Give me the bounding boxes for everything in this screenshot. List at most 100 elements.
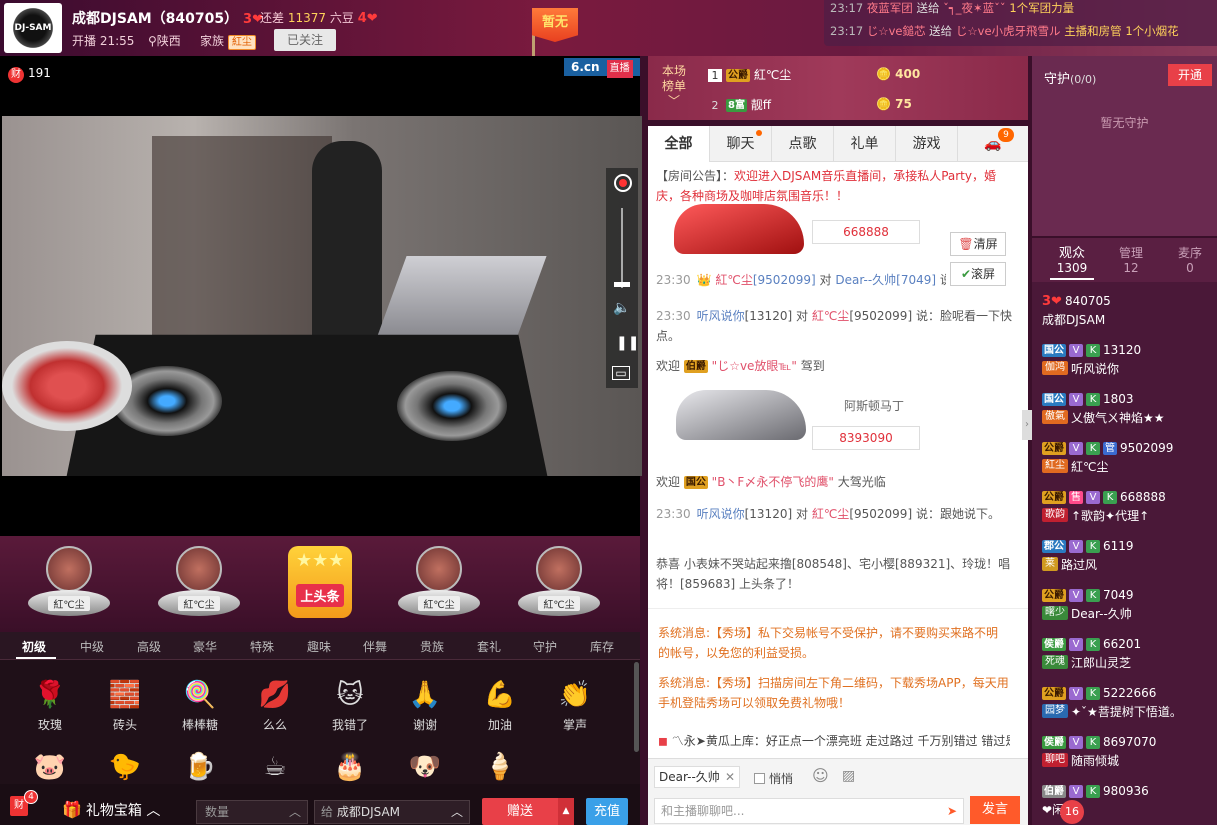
- gift-broadcast-box: 23:17 夜蓝军团 送给 ˇ┑_夜✶蓝ˇˇ 1个军团力量 23:17 じ☆ve…: [824, 0, 1217, 46]
- tab-gift-set[interactable]: 套礼: [477, 638, 501, 655]
- tab-underline: [1050, 278, 1094, 280]
- rank-label[interactable]: 本场 榜单 ﹀: [656, 64, 692, 109]
- gift-item[interactable]: 🐷: [20, 750, 80, 788]
- tab-car[interactable]: 🚗: [958, 126, 1028, 162]
- chat-send-button[interactable]: 发言: [970, 796, 1020, 824]
- gift-item[interactable]: 👏 掌声: [545, 678, 605, 733]
- audience-item[interactable]: 国公 V K 13120 伽鸿 听风说你: [1042, 341, 1217, 377]
- volume-icon[interactable]: 🔈: [613, 300, 630, 316]
- audience-item[interactable]: 公爵售 V K 668888 歌韵 ↑歌韵✦代理↑: [1042, 488, 1217, 524]
- gift-item[interactable]: 💪 加油: [470, 678, 530, 733]
- chat-target-chip[interactable]: Dear--久帅 ✕: [654, 766, 740, 788]
- recharge-button[interactable]: 充值: [586, 798, 628, 825]
- gift-category-tabs: 初级 中级 高级 豪华 特殊 趣味 伴舞 贵族 套礼 守护 库存: [0, 632, 640, 660]
- headline-congrats: 恭喜 小表妹不哭站起来撸[808548]、宅小樱[889321]、玲珑！唱将！[…: [656, 557, 1011, 591]
- tab-gift-luxury[interactable]: 豪华: [193, 638, 217, 655]
- chevron-up-icon: ︿: [146, 803, 161, 819]
- rank-row[interactable]: 1 公爵 紅℃尘: [708, 66, 791, 83]
- gift-item[interactable]: 🍺: [170, 750, 230, 788]
- room-notice: 【房间公告】：欢迎进入DJSAM音乐直播间，承接私人Party，婚庆，各种商场及…: [656, 169, 996, 203]
- audience-item[interactable]: 3❤ 840705 成都DJSAM: [1042, 292, 1217, 328]
- tab-gift-guard[interactable]: 守护: [533, 638, 557, 655]
- headline-podium[interactable]: 紅℃尘: [518, 546, 600, 626]
- gift-item[interactable]: 🐤: [95, 750, 155, 788]
- tab-admin[interactable]: 管理 12: [1101, 246, 1161, 276]
- gift-item[interactable]: 🍭 棒棒糖: [170, 678, 230, 733]
- follow-button[interactable]: 已关注: [274, 29, 336, 51]
- gift-item[interactable]: 🐱 我错了: [320, 678, 380, 733]
- wealth-icon: 财: [8, 67, 24, 83]
- rank-flag[interactable]: 暂无: [532, 8, 578, 42]
- send-options-arrow[interactable]: ▲: [558, 798, 574, 825]
- volume-slider[interactable]: [621, 208, 623, 288]
- open-guard-button[interactable]: 开通: [1168, 64, 1212, 86]
- screen-mode-icon[interactable]: ▭: [612, 366, 630, 380]
- chevron-up-icon: ︿: [450, 805, 463, 819]
- tab-gift-inventory[interactable]: 库存: [590, 638, 614, 655]
- tab-gift-dance[interactable]: 伴舞: [363, 638, 387, 655]
- headline-button[interactable]: ★★★ 上头条: [288, 546, 352, 618]
- gift-item[interactable]: 🍦: [470, 750, 530, 788]
- audience-item[interactable]: 公爵 V K 管 9502099 紅尘 紅℃尘: [1042, 439, 1217, 475]
- image-icon[interactable]: ▨: [842, 768, 855, 784]
- tab-chat[interactable]: 聊天: [710, 126, 772, 162]
- gift-item[interactable]: ☕: [245, 750, 305, 788]
- brick-icon: 🧱: [108, 680, 142, 710]
- gift-scrollbar[interactable]: [634, 662, 639, 752]
- icecream-icon: 🍦: [483, 752, 517, 782]
- audience-item[interactable]: 侯爵 V K 8697070 聊吧 随雨倾城: [1042, 733, 1217, 769]
- tab-gift-mid[interactable]: 中级: [80, 638, 104, 655]
- clear-screen-button[interactable]: 🗑清屏: [950, 232, 1006, 256]
- tab-gift-basic[interactable]: 初级: [22, 638, 46, 655]
- audience-item[interactable]: 公爵 V K 5222666 园梦 ✦ˇ★菩提树下悟道。: [1042, 684, 1217, 720]
- quantity-input[interactable]: 数量 ︿: [196, 800, 308, 824]
- tab-gift-special[interactable]: 特殊: [250, 638, 274, 655]
- gift-item[interactable]: 🐶: [395, 750, 455, 788]
- cheer-icon: 💪: [483, 680, 517, 710]
- gift-item[interactable]: 💋 么么: [245, 678, 305, 733]
- chat-message: 23:30 听风说你[13120] 对 紅℃尘[9502099] 说：脸呢看一下快…: [656, 309, 1012, 343]
- tab-audience[interactable]: 观众 1309: [1042, 246, 1102, 276]
- tab-gift-noble[interactable]: 贵族: [420, 638, 444, 655]
- speaker-icon: ◼: [658, 734, 668, 748]
- headline-podium[interactable]: 紅℃尘: [158, 546, 240, 626]
- gift-box-button[interactable]: 🎁 礼物宝箱 ︿: [62, 800, 160, 820]
- emoji-icon[interactable]: ☺: [812, 766, 829, 785]
- car-name: 阿斯顿马丁: [844, 399, 905, 413]
- audience-item[interactable]: 国公 V K 1803 傲氣 乂傲气ㄨ神焰★★: [1042, 390, 1217, 426]
- audience-item[interactable]: 郡公 V K 6119 莱路过风: [1042, 537, 1217, 573]
- headline-podium[interactable]: 紅℃尘: [28, 546, 110, 626]
- whisper-checkbox[interactable]: 悄悄: [754, 770, 793, 787]
- tab-game[interactable]: 游戏: [896, 126, 958, 162]
- record-icon[interactable]: [614, 174, 632, 192]
- rank-value: 🪙 75: [876, 97, 912, 111]
- headline-podium[interactable]: 紅℃尘: [398, 546, 480, 626]
- tab-gift-fun[interactable]: 趣味: [307, 638, 331, 655]
- gift-item[interactable]: 🙏 谢谢: [395, 678, 455, 733]
- tab-mic-queue[interactable]: 麦序 0: [1160, 246, 1217, 276]
- audience-item[interactable]: 侯爵 V K 66201 死魂 江郎山灵芝: [1042, 635, 1217, 671]
- gift-item[interactable]: 🧱 砖头: [95, 678, 155, 733]
- noble-badge: 公爵: [1042, 490, 1066, 504]
- anchor-avatar[interactable]: DJ-SAM: [4, 3, 62, 53]
- pause-icon[interactable]: ❚❚: [616, 335, 639, 351]
- auto-scroll-button[interactable]: ✔滚屏: [950, 262, 1006, 286]
- tab-song[interactable]: 点歌: [772, 126, 834, 162]
- car-value: 8393090: [812, 426, 920, 450]
- tab-all[interactable]: 全部: [648, 126, 710, 162]
- gift-item[interactable]: 🎂: [320, 750, 380, 788]
- tab-gift-list[interactable]: 礼单: [834, 126, 896, 162]
- rank-row[interactable]: 2 8富 靓ff: [708, 96, 771, 113]
- send-arrow-icon: ➤: [946, 804, 957, 818]
- volume-slider-knob[interactable]: [614, 282, 630, 287]
- collapse-arrow-icon[interactable]: ›: [1022, 410, 1032, 440]
- level-gap-text: 还差 11377 六豆 4❤: [260, 11, 378, 26]
- anchor-location: ⚲陕西: [148, 34, 181, 48]
- chat-input[interactable]: 和主播聊聊吧... ➤: [654, 798, 964, 824]
- family-tag: 傲氣: [1042, 410, 1068, 424]
- audience-item[interactable]: 公爵 V K 7049 曙少 Dear--久帅: [1042, 586, 1217, 622]
- gift-recipient-select[interactable]: 给 成都DJSAM ︿: [314, 800, 470, 824]
- gift-item[interactable]: 🌹 玫瑰: [20, 678, 80, 733]
- family-tag: 死魂: [1042, 655, 1068, 669]
- tab-gift-high[interactable]: 高级: [137, 638, 161, 655]
